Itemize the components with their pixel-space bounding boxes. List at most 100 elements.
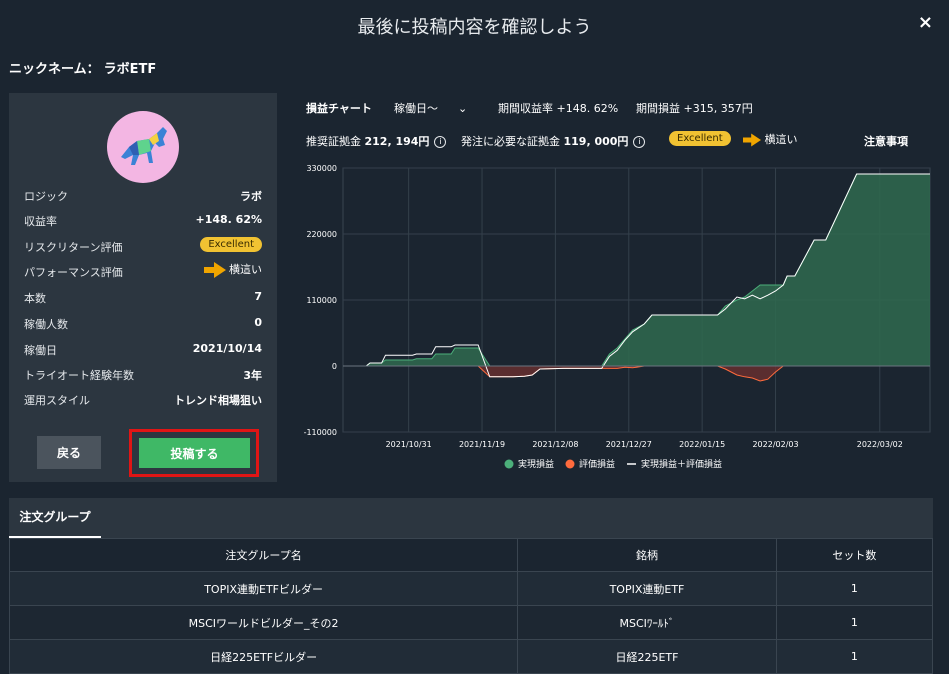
trend-label: 横這い — [764, 133, 798, 146]
column-header: 注文グループ名 — [8, 538, 519, 572]
yield-value: +148. 62% — [556, 102, 619, 115]
arrow-right-icon — [743, 133, 761, 147]
table-row: 日経225ETFビルダー 日経225ETF 1 — [8, 639, 934, 674]
yield-label: 期間収益率 — [498, 102, 553, 115]
tab-order-groups[interactable]: 注文グループ — [9, 498, 101, 538]
info-key: 収益率 — [24, 215, 57, 228]
table-cell: 1 — [775, 639, 934, 674]
info-value: トレンド相場狙い — [174, 394, 262, 407]
info-icon[interactable]: i — [434, 136, 447, 148]
x-tick-label: 2022/01/15 — [679, 440, 725, 449]
chart-badge: Excellent — [669, 131, 731, 146]
info-row-risk-return: リスクリターン評価 Excellent — [24, 236, 262, 256]
info-key: トライオート経験年数 — [24, 369, 134, 382]
chart-trend: 横這い — [743, 131, 798, 147]
info-icon[interactable]: i — [633, 136, 646, 148]
info-key: 運用スタイル — [24, 394, 90, 407]
column-header: 銘柄 — [517, 538, 777, 572]
recommended-value: 212, 194円 — [364, 135, 430, 148]
x-tick-label: 2022/03/02 — [857, 440, 903, 449]
table-cell: 1 — [775, 605, 934, 640]
page-title: 最後に投稿内容を確認しよう — [357, 17, 592, 38]
y-tick-label: 0 — [332, 362, 337, 371]
column-header: セット数 — [775, 538, 934, 572]
info-value: 2021/10/14 — [192, 342, 262, 355]
table-header-row: 注文グループ名 銘柄 セット数 — [8, 538, 934, 572]
x-tick-label: 2021/12/08 — [532, 440, 578, 449]
chevron-down-icon: ⌄ — [458, 102, 468, 115]
excellent-badge: Excellent — [669, 131, 731, 146]
required-value: 119, 000円 — [563, 135, 629, 148]
table-cell: TOPIX連動ETFビルダー — [8, 571, 519, 606]
post-button[interactable]: 投稿する — [139, 438, 250, 468]
nickname-label: ニックネーム： — [9, 62, 100, 77]
info-row-count: 本数 7 — [24, 287, 262, 307]
info-row-yield: 収益率 +148. 62% — [24, 210, 262, 230]
nickname-value: ラボETF — [103, 62, 157, 77]
period-yield: 期間収益率 +148. 62% — [498, 100, 618, 116]
y-tick-label: 330000 — [306, 164, 337, 173]
arrow-right-icon — [203, 262, 226, 278]
y-tick-label: 110000 — [306, 296, 337, 305]
pnl-chart: 330000 220000 110000 0 -110000 2021/10/31 2021… — [304, 164, 931, 470]
horse-icon — [121, 127, 167, 165]
table-row: MSCIワールドビルダー_その2 MSCIﾜｰﾙﾄﾞ 1 — [8, 605, 934, 640]
close-icon[interactable]: × — [918, 12, 933, 33]
legend-marker-realized — [504, 459, 514, 469]
x-tick-label: 2021/12/27 — [606, 440, 652, 449]
tab-bar: 注文グループ — [9, 498, 933, 538]
y-tick-label: -110000 — [304, 428, 337, 437]
info-value: 横這い — [229, 263, 262, 276]
recommended-label: 推奨証拠金 — [306, 135, 361, 148]
info-key: 稼働日 — [24, 344, 57, 357]
info-key: リスクリターン評価 — [24, 241, 123, 254]
info-value: 0 — [254, 316, 262, 329]
table-cell: MSCIﾜｰﾙﾄﾞ — [517, 605, 777, 640]
info-row-logic: ロジック ラボ — [24, 185, 262, 205]
pnl-value: +315, 357円 — [683, 102, 753, 115]
pnl-label: 期間損益 — [636, 102, 680, 115]
x-tick-label: 2021/11/19 — [459, 440, 505, 449]
table-cell: TOPIX連動ETF — [517, 571, 777, 606]
info-row-users: 稼働人数 0 — [24, 313, 262, 333]
info-key: ロジック — [24, 190, 68, 203]
period-select-value: 稼働日〜 — [394, 102, 438, 115]
table-cell: 1 — [775, 571, 934, 606]
table-cell: 日経225ETFビルダー — [8, 639, 519, 674]
legend-label: 評価損益 — [579, 458, 615, 470]
table-row: TOPIX連動ETFビルダー TOPIX連動ETF 1 — [8, 571, 934, 606]
legend-label: 実現損益 — [518, 458, 554, 470]
table-cell: 日経225ETF — [517, 639, 777, 674]
info-row-style: 運用スタイル トレンド相場狙い — [24, 389, 262, 409]
info-row-start-date: 稼働日 2021/10/14 — [24, 339, 262, 359]
legend-marker-unrealized — [565, 459, 575, 469]
info-key: パフォーマンス評価 — [24, 266, 123, 279]
excellent-badge: Excellent — [200, 237, 262, 252]
legend-label: 実現損益＋評価損益 — [641, 458, 722, 470]
period-pnl: 期間損益 +315, 357円 — [636, 100, 753, 116]
recommended-margin: 推奨証拠金 212, 194円 i — [306, 133, 447, 149]
info-value: 3年 — [243, 369, 262, 382]
nickname: ニックネーム： ラボETF — [9, 58, 160, 77]
info-row-experience: トライオート経験年数 3年 — [24, 364, 262, 384]
table-cell: MSCIワールドビルダー_その2 — [8, 605, 519, 640]
profile-panel: ロジック ラボ 収益率 +148. 62% リスクリターン評価 Excellen… — [9, 93, 277, 482]
avatar — [107, 111, 179, 183]
info-key: 稼働人数 — [24, 318, 68, 331]
required-margin: 発注に必要な証拠金 119, 000円 i — [461, 133, 646, 149]
info-row-performance: パフォーマンス評価 横這い — [24, 261, 262, 281]
info-value: +148. 62% — [195, 213, 262, 226]
notes-link[interactable]: 注意事項 — [864, 133, 908, 149]
y-tick-label: 220000 — [306, 230, 337, 239]
x-tick-label: 2021/10/31 — [386, 440, 432, 449]
info-key: 本数 — [24, 292, 46, 305]
order-table: 注文グループ名 銘柄 セット数 TOPIX連動ETFビルダー TOPIX連動ET… — [8, 538, 934, 674]
back-button[interactable]: 戻る — [37, 436, 101, 469]
chart-label: 損益チャート — [306, 102, 372, 115]
period-select[interactable]: 稼働日〜 ⌄ — [394, 100, 467, 116]
info-value: ラボ — [240, 190, 262, 203]
required-label: 発注に必要な証拠金 — [461, 135, 560, 148]
x-tick-label: 2022/02/03 — [752, 440, 798, 449]
info-value: 7 — [254, 290, 262, 303]
modal-header: 最後に投稿内容を確認しよう × — [0, 0, 949, 50]
